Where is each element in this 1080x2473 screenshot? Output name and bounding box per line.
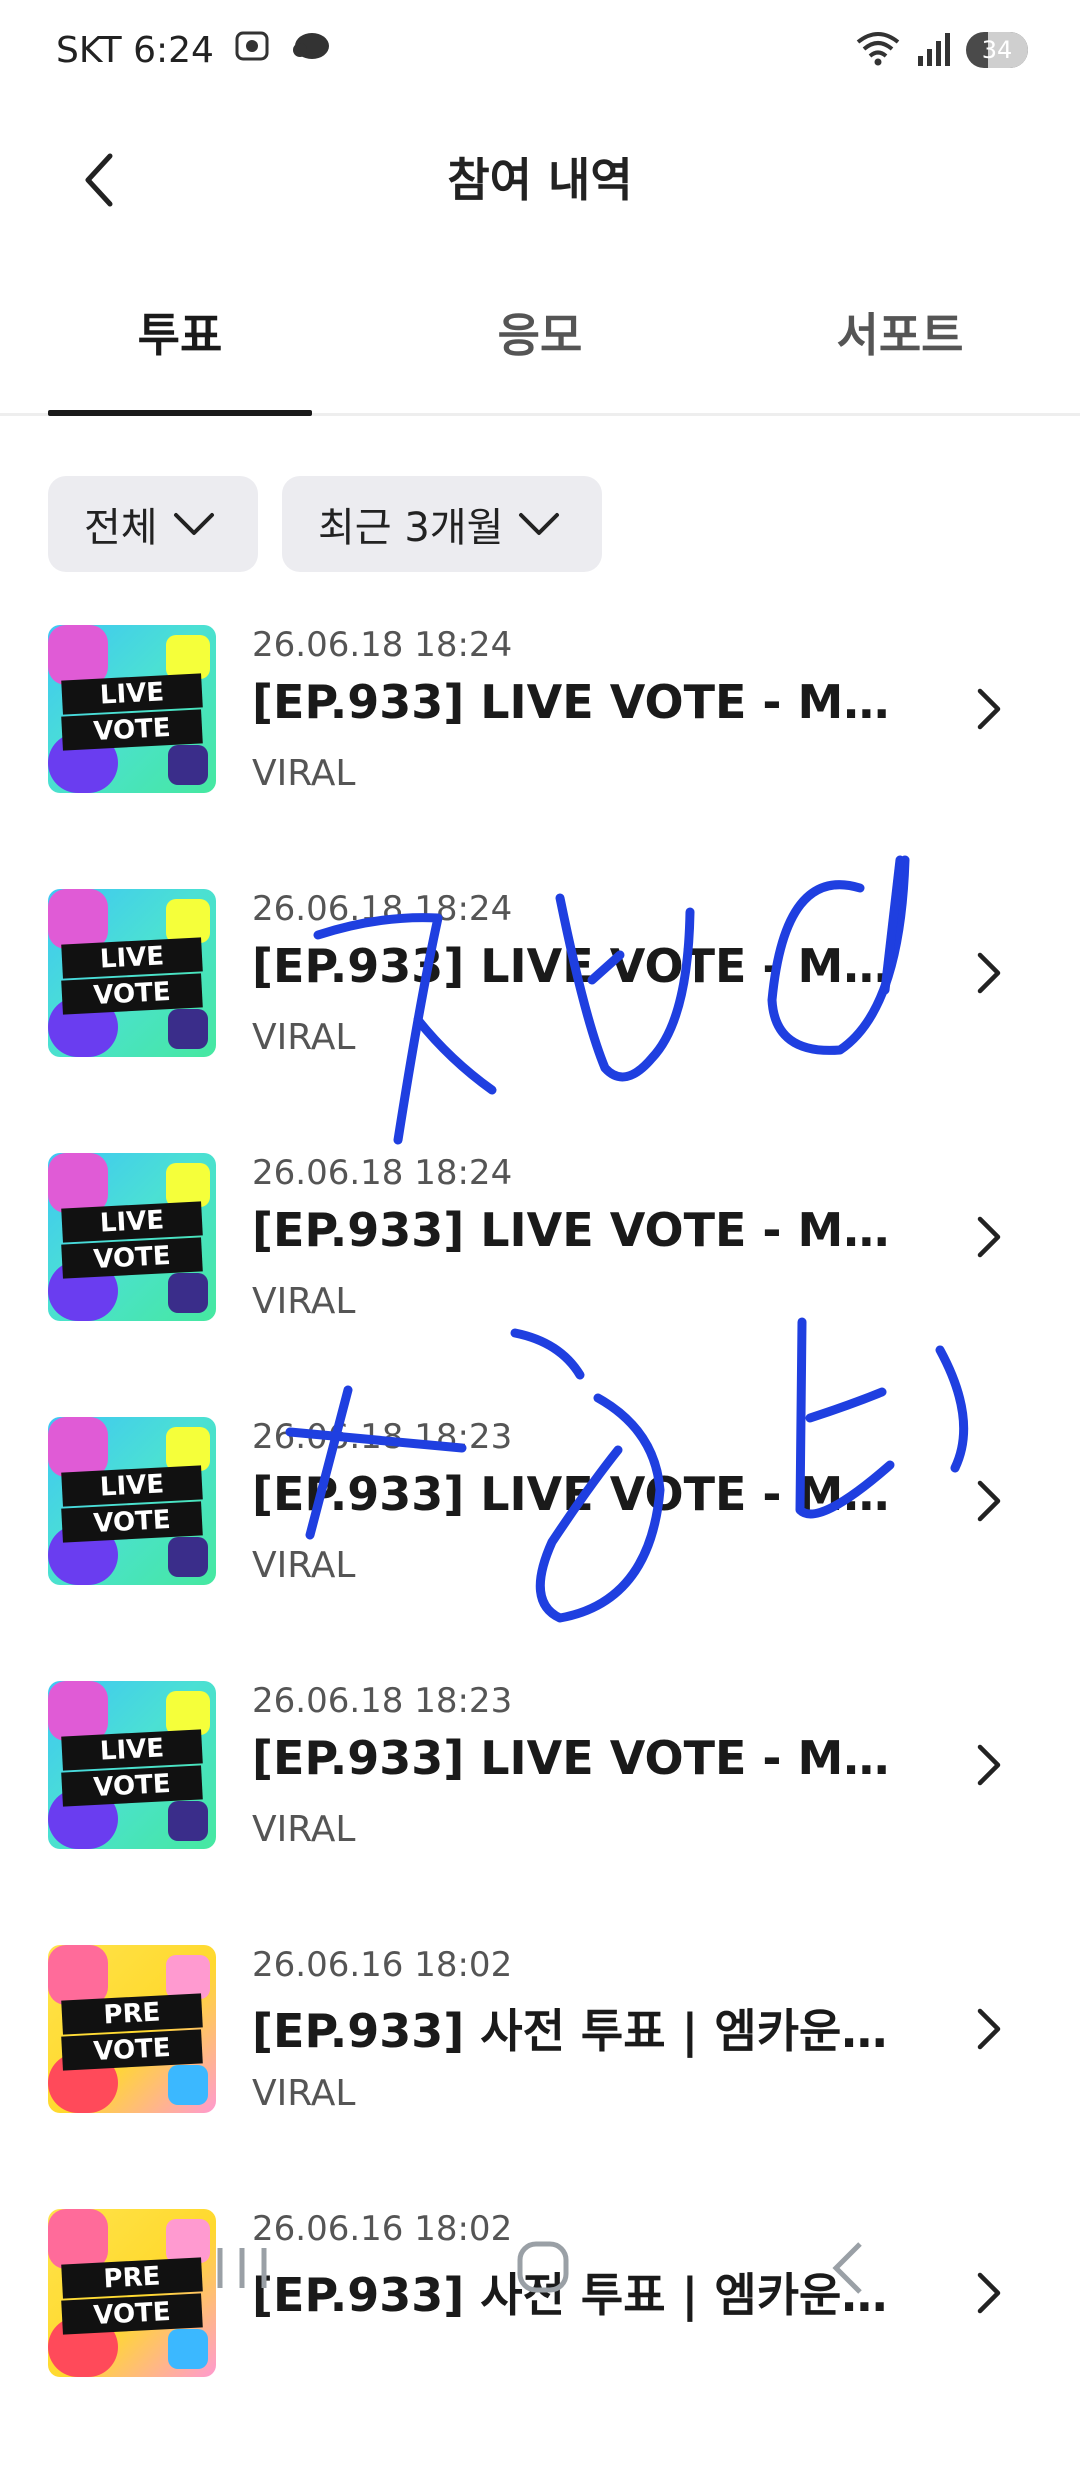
list-item[interactable]: PRE VOTE 26.06.16 18:02 [EP.933] 사전 투표 |… bbox=[0, 1945, 1080, 2209]
item-title: [EP.933] LIVE VOTE - M CO... bbox=[252, 1731, 902, 1785]
active-tab-indicator bbox=[48, 410, 312, 416]
chevron-right-icon bbox=[977, 688, 1001, 730]
list-item[interactable]: PRE VOTE 26.06.16 18:02 [EP.933] 사전 투표 |… bbox=[0, 2209, 1080, 2473]
list-item[interactable]: LIVE VOTE 26.06.18 18:23 [EP.933] LIVE V… bbox=[0, 1681, 1080, 1945]
page-title: 참여 내역 bbox=[447, 153, 633, 207]
item-date: 26.06.18 18:23 bbox=[252, 1681, 513, 1721]
chevron-down-icon bbox=[173, 513, 214, 535]
thumbnail-badge-top: PRE bbox=[61, 2257, 203, 2299]
chevron-right-icon bbox=[977, 1744, 1001, 1786]
thumbnail-badge-top: LIVE bbox=[61, 673, 203, 715]
list-item[interactable]: LIVE VOTE 26.06.18 18:23 [EP.933] LIVE V… bbox=[0, 1417, 1080, 1681]
carrier-time: SKT 6:24 bbox=[56, 29, 214, 71]
tab-vote[interactable]: 투표 bbox=[0, 268, 360, 413]
item-date: 26.06.18 18:23 bbox=[252, 1417, 513, 1457]
chevron-down-icon bbox=[519, 513, 560, 535]
item-date: 26.06.18 18:24 bbox=[252, 625, 513, 665]
item-date: 26.06.18 18:24 bbox=[252, 889, 513, 929]
event-thumbnail: LIVE VOTE bbox=[48, 1417, 216, 1585]
item-category: VIRAL bbox=[252, 1545, 356, 1586]
thumbnail-badge-top: LIVE bbox=[61, 1465, 203, 1507]
item-title: [EP.933] LIVE VOTE - M CO... bbox=[252, 1203, 902, 1257]
list-item[interactable]: LIVE VOTE 26.06.18 18:24 [EP.933] LIVE V… bbox=[0, 625, 1080, 889]
status-left: SKT 6:24 bbox=[56, 22, 332, 78]
participation-list: LIVE VOTE 26.06.18 18:24 [EP.933] LIVE V… bbox=[0, 625, 1080, 2473]
item-title: [EP.933] LIVE VOTE - M CO... bbox=[252, 675, 902, 729]
event-thumbnail: PRE VOTE bbox=[48, 2209, 216, 2377]
event-thumbnail: PRE VOTE bbox=[48, 1945, 216, 2113]
filter-bar: 전체 최근 3개월 bbox=[48, 476, 602, 572]
item-title: [EP.933] LIVE VOTE - M CO... bbox=[252, 1467, 902, 1521]
item-category: VIRAL bbox=[252, 2073, 356, 2114]
status-bar: SKT 6:24 34 bbox=[0, 0, 1080, 100]
wifi-icon bbox=[854, 28, 902, 72]
signal-icon bbox=[916, 28, 952, 72]
event-thumbnail: LIVE VOTE bbox=[48, 625, 216, 793]
app-header: 참여 내역 bbox=[0, 120, 1080, 240]
period-filter-dropdown[interactable]: 최근 3개월 bbox=[282, 476, 602, 572]
status-right: 34 bbox=[854, 22, 1028, 78]
item-category: VIRAL bbox=[252, 1017, 356, 1058]
item-title: [EP.933] LIVE VOTE - M CO... bbox=[252, 939, 902, 993]
item-title: [EP.933] 사전 투표 | 엠카운트... bbox=[252, 2268, 902, 2322]
item-date: 26.06.18 18:24 bbox=[252, 1153, 513, 1193]
chevron-right-icon bbox=[977, 952, 1001, 994]
item-category: VIRAL bbox=[252, 753, 356, 794]
tab-entry[interactable]: 응모 bbox=[360, 268, 720, 413]
event-thumbnail: LIVE VOTE bbox=[48, 1153, 216, 1321]
battery-indicator: 34 bbox=[966, 32, 1028, 68]
screenshot-icon bbox=[232, 26, 272, 75]
chevron-right-icon bbox=[977, 1216, 1001, 1258]
thumbnail-badge-top: LIVE bbox=[61, 937, 203, 979]
item-title: [EP.933] 사전 투표 | 엠카운트... bbox=[252, 2004, 902, 2058]
battery-level: 34 bbox=[981, 36, 1013, 64]
chevron-right-icon bbox=[977, 1480, 1001, 1522]
chevron-right-icon bbox=[977, 2008, 1001, 2050]
list-item[interactable]: LIVE VOTE 26.06.18 18:24 [EP.933] LIVE V… bbox=[0, 1153, 1080, 1417]
item-category: VIRAL bbox=[252, 1281, 356, 1322]
type-filter-dropdown[interactable]: 전체 bbox=[48, 476, 258, 572]
thumbnail-badge-top: PRE bbox=[61, 1993, 203, 2035]
list-item[interactable]: LIVE VOTE 26.06.18 18:24 [EP.933] LIVE V… bbox=[0, 889, 1080, 1153]
period-filter-label: 최근 3개월 bbox=[318, 505, 504, 551]
tab-bar: 투표 응모 서포트 bbox=[0, 268, 1080, 416]
thumbnail-badge-top: LIVE bbox=[61, 1729, 203, 1771]
event-thumbnail: LIVE VOTE bbox=[48, 1681, 216, 1849]
thumbnail-badge-top: LIVE bbox=[61, 1201, 203, 1243]
item-category: VIRAL bbox=[252, 1809, 356, 1850]
tab-support[interactable]: 서포트 bbox=[720, 268, 1080, 413]
type-filter-label: 전체 bbox=[84, 505, 158, 551]
chevron-right-icon bbox=[977, 2272, 1001, 2314]
back-button[interactable] bbox=[60, 140, 140, 220]
item-date: 26.06.16 18:02 bbox=[252, 1945, 513, 1985]
item-date: 26.06.16 18:02 bbox=[252, 2209, 513, 2249]
event-thumbnail: LIVE VOTE bbox=[48, 889, 216, 1057]
chevron-left-icon bbox=[85, 153, 113, 207]
cloud-icon bbox=[290, 26, 332, 75]
